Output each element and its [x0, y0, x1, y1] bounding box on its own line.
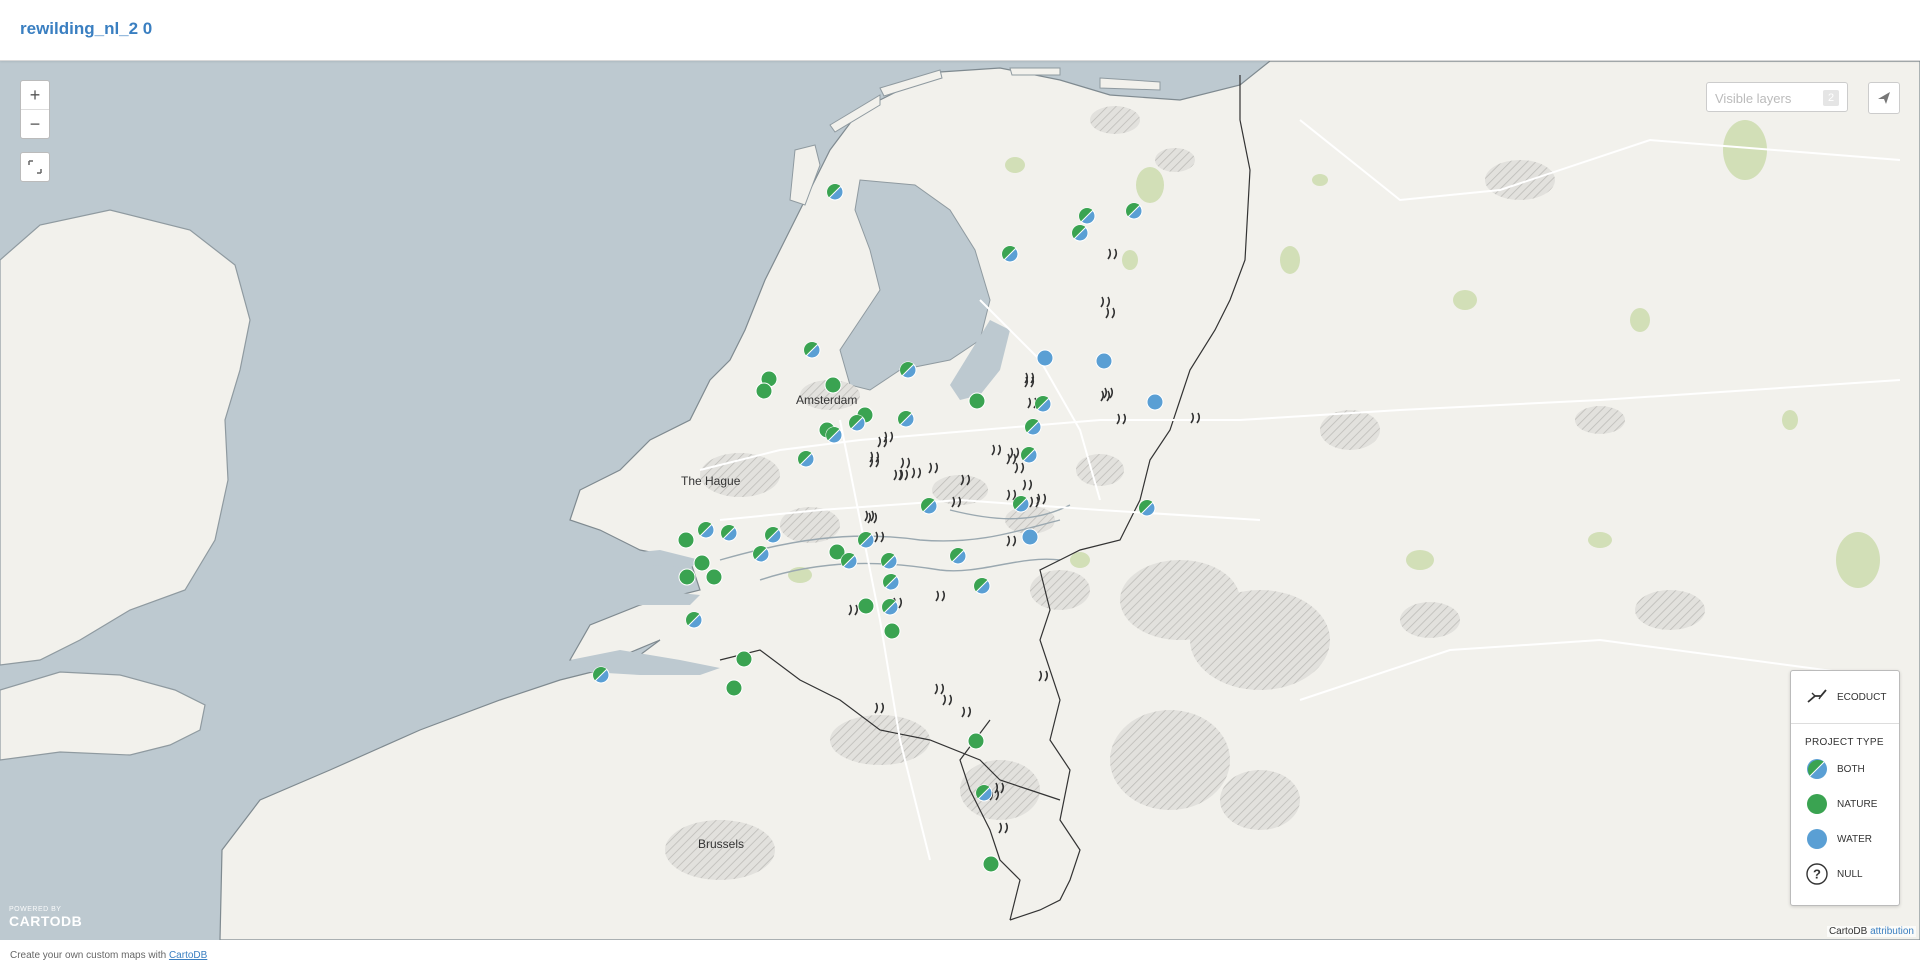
project-marker-both[interactable]: [1034, 395, 1052, 413]
header-bar: rewilding_nl_2 0: [0, 0, 1920, 61]
visible-layers-selector[interactable]: Visible layers 2: [1706, 82, 1848, 112]
basemap: Amsterdam The Hague Brussels: [0, 61, 1920, 940]
project-marker-both[interactable]: [880, 552, 898, 570]
share-button[interactable]: [1868, 82, 1900, 114]
project-marker-both[interactable]: [975, 784, 993, 802]
visible-layers-count: 2: [1823, 90, 1839, 106]
project-marker-both[interactable]: [857, 531, 875, 549]
city-label-amsterdam: Amsterdam: [796, 393, 857, 407]
zoom-out-button[interactable]: −: [21, 110, 49, 138]
legend-item-water: WATER: [1805, 827, 1872, 851]
fullscreen-button[interactable]: [20, 152, 50, 182]
legend-ecoduct-label: ECODUCT: [1837, 691, 1887, 703]
project-marker-both[interactable]: [1020, 446, 1038, 464]
svg-text:?: ?: [1813, 867, 1821, 882]
footer-text-wrap: Create your own custom maps with CartoDB: [10, 950, 207, 961]
legend-null-label: NULL: [1837, 868, 1863, 880]
project-marker-both[interactable]: [764, 526, 782, 544]
fullscreen-icon: [28, 160, 42, 174]
project-marker-both[interactable]: [720, 524, 738, 542]
project-marker-both[interactable]: [840, 552, 858, 570]
project-marker-nature[interactable]: [968, 392, 986, 410]
legend-nature-label: NATURE: [1837, 798, 1878, 810]
project-marker-nature[interactable]: [735, 650, 753, 668]
project-marker-water[interactable]: [1146, 393, 1164, 411]
project-marker-both[interactable]: [899, 361, 917, 379]
zoom-in-button[interactable]: +: [21, 81, 49, 109]
ecoduct-icon: [1805, 685, 1829, 709]
project-marker-both[interactable]: [1012, 495, 1030, 513]
project-marker-nature[interactable]: [705, 568, 723, 586]
nature-swatch-icon: [1805, 792, 1829, 816]
project-marker-nature[interactable]: [857, 597, 875, 615]
project-marker-both[interactable]: [1125, 202, 1143, 220]
project-marker-nature[interactable]: [693, 554, 711, 572]
project-marker-nature[interactable]: [678, 568, 696, 586]
project-marker-both[interactable]: [803, 341, 821, 359]
map-title: rewilding_nl_2 0: [20, 19, 153, 38]
powered-by-text: POWERED BY: [9, 906, 62, 913]
project-marker-nature[interactable]: [824, 376, 842, 394]
attribution-text: CartoDB: [1828, 926, 1868, 937]
water-swatch-icon: [1805, 827, 1829, 851]
cartodb-logo: POWERED BY CARTODB: [9, 906, 82, 929]
project-marker-nature[interactable]: [982, 855, 1000, 873]
project-marker-both[interactable]: [697, 521, 715, 539]
legend-divider: [1791, 723, 1899, 724]
city-label-brussels: Brussels: [698, 837, 744, 851]
project-marker-both[interactable]: [1138, 499, 1156, 517]
send-icon: [1878, 92, 1890, 104]
legend-item-nature: NATURE: [1805, 792, 1877, 816]
project-marker-both[interactable]: [848, 414, 866, 432]
project-marker-nature[interactable]: [883, 622, 901, 640]
project-marker-both[interactable]: [826, 183, 844, 201]
both-swatch-icon: [1805, 757, 1829, 781]
map-canvas[interactable]: Amsterdam The Hague Brussels: [0, 61, 1920, 940]
project-marker-both[interactable]: [797, 450, 815, 468]
ameland-island: [1009, 67, 1061, 76]
project-marker-water[interactable]: [1036, 349, 1054, 367]
legend-both-label: BOTH: [1837, 763, 1865, 775]
project-marker-both[interactable]: [882, 573, 900, 591]
project-marker-nature[interactable]: [725, 679, 743, 697]
attribution-link[interactable]: attribution: [1870, 926, 1914, 937]
project-marker-both[interactable]: [949, 547, 967, 565]
zoom-control: + −: [20, 80, 50, 139]
cartodb-brand-text: CARTODB: [9, 913, 83, 929]
project-marker-both[interactable]: [897, 410, 915, 428]
legend-water-label: WATER: [1837, 833, 1872, 845]
question-icon: ?: [1805, 862, 1829, 886]
legend-item-both: BOTH: [1805, 757, 1865, 781]
project-marker-both[interactable]: [1071, 224, 1089, 242]
project-marker-both[interactable]: [592, 666, 610, 684]
project-marker-nature[interactable]: [755, 382, 773, 400]
project-marker-both[interactable]: [825, 426, 843, 444]
project-marker-both[interactable]: [685, 611, 703, 629]
visible-layers-placeholder: Visible layers: [1715, 91, 1792, 106]
project-marker-both[interactable]: [1024, 418, 1042, 436]
project-marker-water[interactable]: [1095, 352, 1113, 370]
footer-bar: Create your own custom maps with CartoDB: [0, 940, 1920, 969]
legend-ecoduct: ECODUCT: [1805, 685, 1886, 709]
footer-text: Create your own custom maps with: [10, 950, 167, 961]
project-marker-both[interactable]: [881, 598, 899, 616]
project-marker-both[interactable]: [1001, 245, 1019, 263]
project-marker-nature[interactable]: [967, 732, 985, 750]
project-marker-both[interactable]: [920, 497, 938, 515]
footer-cartodb-link[interactable]: CartoDB: [169, 950, 207, 961]
project-marker-water[interactable]: [1021, 528, 1039, 546]
city-label-the-hague: The Hague: [681, 474, 741, 488]
project-marker-nature[interactable]: [677, 531, 695, 549]
project-marker-both[interactable]: [973, 577, 991, 595]
map-legend: ECODUCT PROJECT TYPE BOTH NATURE WATER ?…: [1790, 670, 1900, 906]
legend-project-type-title: PROJECT TYPE: [1805, 737, 1884, 748]
legend-item-null: ? NULL: [1805, 862, 1863, 886]
project-marker-both[interactable]: [752, 545, 770, 563]
map-attribution: CartoDB attribution: [1826, 926, 1916, 937]
project-marker-both[interactable]: [1078, 207, 1096, 225]
